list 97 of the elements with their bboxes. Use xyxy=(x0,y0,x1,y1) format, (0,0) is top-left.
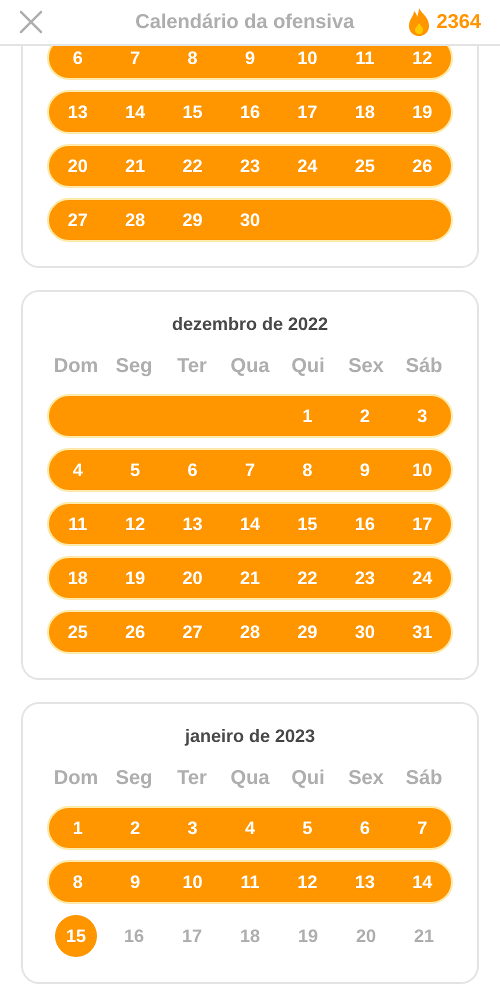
day-number: 11 xyxy=(355,46,374,70)
day-number: 30 xyxy=(240,208,260,232)
day-number: 25 xyxy=(354,154,375,178)
screen-title: Calendário da ofensiva xyxy=(134,10,356,35)
day-number: 6 xyxy=(360,816,370,840)
close-icon[interactable] xyxy=(19,10,43,34)
day-number: 23 xyxy=(240,154,260,178)
day-number: 9 xyxy=(130,870,140,894)
day-number: 17 xyxy=(182,924,202,948)
day-number: 3 xyxy=(188,816,198,840)
day-number: 13 xyxy=(354,870,375,894)
weekday-label: Dom xyxy=(54,766,98,791)
day-number: 27 xyxy=(68,208,88,232)
weekday-label: Qui xyxy=(291,766,325,791)
day-number: 21 xyxy=(414,924,434,948)
day-number: 13 xyxy=(182,512,203,536)
day-number: 10 xyxy=(182,870,203,894)
weekday-label: Qua xyxy=(230,354,270,379)
day-number: 10 xyxy=(412,458,432,482)
weekday-label: Qua xyxy=(230,766,270,791)
day-number: 11 xyxy=(68,512,88,536)
day-number: 26 xyxy=(125,620,146,644)
day-number: 6 xyxy=(188,458,198,482)
day-number: 28 xyxy=(125,208,146,232)
day-number: 1 xyxy=(72,816,83,840)
day-number: 16 xyxy=(354,512,375,536)
day-number: 27 xyxy=(182,620,203,644)
weekday-label: Sex xyxy=(348,766,384,791)
day-number: 23 xyxy=(354,566,375,590)
day-number: 14 xyxy=(125,100,146,124)
day-number: 17 xyxy=(412,512,432,536)
day-number: 20 xyxy=(68,154,88,178)
day-number: 19 xyxy=(125,566,146,590)
weekday-label: Sáb xyxy=(406,354,442,379)
day-number: 18 xyxy=(68,566,88,590)
streak-count: 2364 xyxy=(436,10,481,35)
day-number: 16 xyxy=(124,924,144,948)
day-number: 1 xyxy=(302,404,312,428)
weekday-label: Dom xyxy=(54,354,98,379)
day-number: 12 xyxy=(412,46,432,70)
weekday-label: Ter xyxy=(177,766,207,791)
day-number: 4 xyxy=(72,458,83,482)
day-number: 7 xyxy=(417,816,428,840)
day-number: 15 xyxy=(182,100,203,124)
day-number: 17 xyxy=(297,100,318,124)
day-number: 22 xyxy=(182,154,203,178)
day-number: 15 xyxy=(297,512,318,536)
day-number: 29 xyxy=(297,620,318,644)
day-number: 22 xyxy=(297,566,318,590)
weekday-label: Ter xyxy=(177,354,207,379)
day-number: 9 xyxy=(244,46,255,70)
weekday-label: Qui xyxy=(291,354,325,379)
day-number: 16 xyxy=(240,100,260,124)
day-number: 8 xyxy=(302,458,312,482)
month-title: janeiro de 2023 xyxy=(184,725,316,748)
day-number: 30 xyxy=(354,620,375,644)
weekday-label: Sex xyxy=(348,354,384,379)
day-number: 28 xyxy=(240,620,260,644)
current-day[interactable]: 15 xyxy=(55,915,97,957)
day-number: 19 xyxy=(298,924,318,948)
day-number: 21 xyxy=(240,566,260,590)
day-number: 12 xyxy=(297,870,318,894)
month-title: dezembro de 2022 xyxy=(170,313,330,336)
day-number: 13 xyxy=(68,100,88,124)
day-number: 21 xyxy=(125,154,146,178)
day-number: 4 xyxy=(244,816,255,840)
day-number: 31 xyxy=(412,620,432,644)
day-number: 20 xyxy=(182,566,203,590)
day-number: 24 xyxy=(412,566,432,590)
day-number: 5 xyxy=(130,458,140,482)
day-number: 14 xyxy=(412,870,432,894)
weekday-label: Seg xyxy=(116,354,152,379)
weekday-label: Sáb xyxy=(406,766,442,791)
day-number: 18 xyxy=(240,924,260,948)
flame-icon xyxy=(406,7,430,37)
day-number: 26 xyxy=(412,154,432,178)
day-number: 10 xyxy=(297,46,318,70)
day-number: 6 xyxy=(72,46,83,70)
day-number: 11 xyxy=(240,870,260,894)
day-number: 8 xyxy=(188,46,198,70)
weekday-label: Seg xyxy=(116,766,152,791)
day-number: 12 xyxy=(125,512,146,536)
day-number: 19 xyxy=(412,100,432,124)
day-number: 3 xyxy=(417,404,428,428)
day-number: 7 xyxy=(130,46,140,70)
day-number: 24 xyxy=(297,154,318,178)
day-number: 2 xyxy=(360,404,370,428)
day-number: 20 xyxy=(356,924,376,948)
day-number: 8 xyxy=(72,870,83,894)
day-number: 7 xyxy=(244,458,255,482)
day-number: 29 xyxy=(182,208,203,232)
day-number: 14 xyxy=(240,512,260,536)
day-number: 25 xyxy=(68,620,88,644)
day-number: 5 xyxy=(302,816,312,840)
day-number: 18 xyxy=(354,100,375,124)
day-number: 2 xyxy=(130,816,140,840)
day-number: 9 xyxy=(360,458,370,482)
